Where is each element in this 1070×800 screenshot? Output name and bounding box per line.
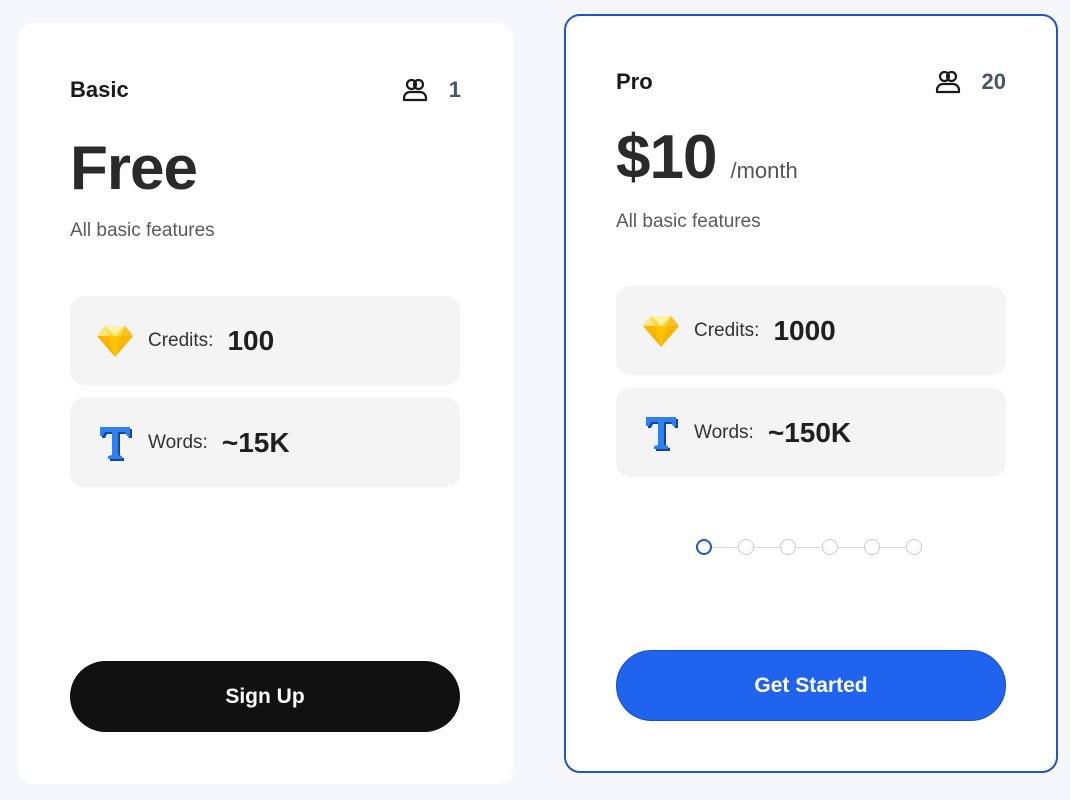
plan-card-basic[interactable]: Basic 1 Free All basic features Credits: [18,23,513,784]
tier-stepper [696,536,926,560]
stepper-dot[interactable] [780,539,796,555]
stepper-track [704,547,918,548]
feature-label: Words: [148,431,208,453]
seat-count-group: 20 [934,68,1006,96]
feature-value: 1000 [773,314,836,346]
feature-label: Credits: [148,329,214,351]
plan-card-pro[interactable]: Pro 20 $10 /month All basic features Cre… [564,14,1058,773]
plan-description: All basic features [70,220,215,241]
plan-header: Basic 1 [70,76,461,104]
plan-price: $10 [616,123,717,192]
plan-header: Pro 20 [616,68,1006,96]
plan-name: Basic [70,77,129,102]
stepper-dot[interactable] [738,539,754,555]
diamond-icon [96,322,134,360]
seat-count: 1 [448,77,461,102]
seat-count: 20 [981,69,1006,94]
text-t-icon [642,414,680,452]
users-icon [935,70,960,94]
get-started-button[interactable]: Get Started [616,650,1006,721]
price-row: Free [70,133,198,204]
diamond-icon [642,312,680,350]
plan-description: All basic features [616,211,761,232]
feature-label: Credits: [694,319,760,341]
feature-words: Words: ~15K [70,398,460,487]
plan-name: Pro [616,69,653,94]
feature-credits: Credits: 100 [70,296,460,385]
text-t-icon [96,424,134,462]
feature-value: 100 [227,324,275,356]
sign-up-button[interactable]: Sign Up [70,661,460,732]
feature-label: Words: [694,421,754,443]
feature-value: ~15K [221,426,290,458]
stepper-dot[interactable] [864,539,880,555]
stepper-dot[interactable] [906,539,922,555]
feature-value: ~150K [767,416,852,448]
stepper-dot[interactable] [822,539,838,555]
seat-count-group: 1 [401,76,461,104]
feature-words: Words: ~150K [616,388,1006,477]
price-period: /month [730,158,798,183]
price-row: $10 /month [616,122,798,193]
feature-credits: Credits: 1000 [616,286,1006,375]
plan-price: Free [70,134,198,203]
stepper-dot[interactable] [696,539,712,555]
users-icon [402,78,427,102]
